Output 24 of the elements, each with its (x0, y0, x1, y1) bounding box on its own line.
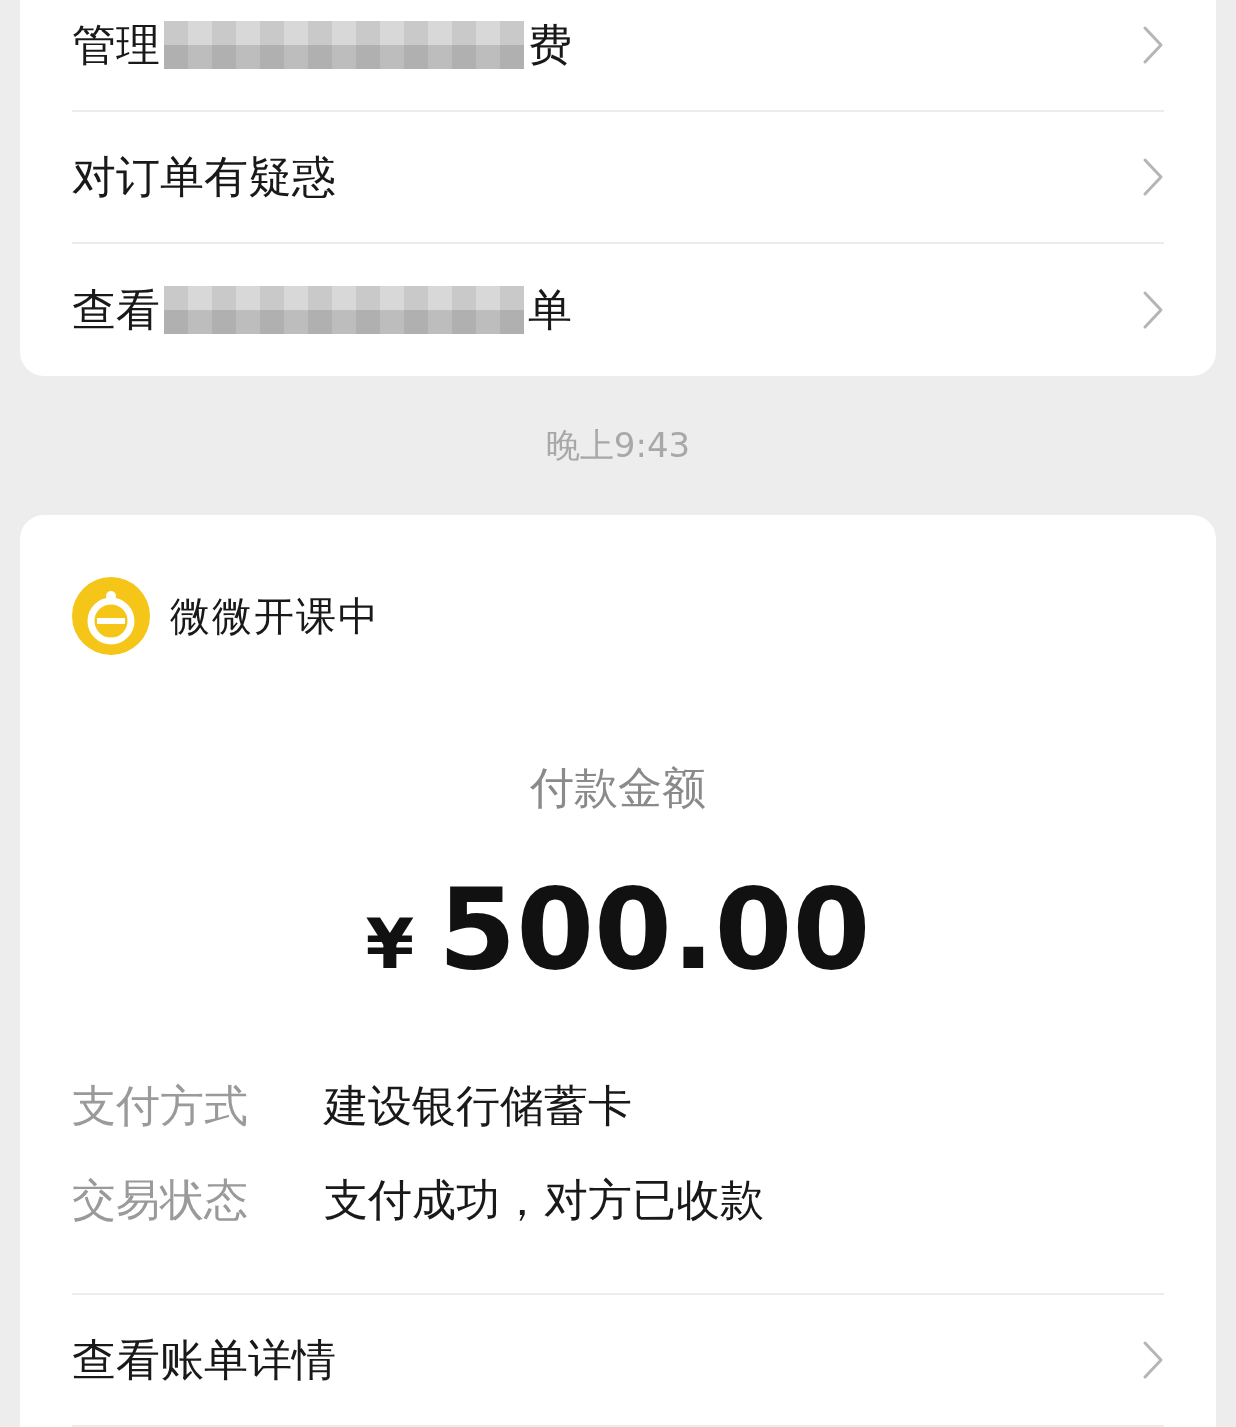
chevron-right-icon (1142, 25, 1164, 65)
currency-symbol: ¥ (365, 902, 415, 987)
menu-item-label: 费 (528, 18, 572, 72)
menu-item[interactable]: 查看 单 (72, 244, 1164, 376)
message-time: 晚上9:43 (545, 424, 691, 467)
menu-item[interactable]: 管理 费 (72, 0, 1164, 112)
menu-item-label: 查看 (72, 283, 160, 337)
merchant-logo-icon (72, 577, 150, 655)
payment-amount: 500.00 (438, 863, 871, 996)
chevron-right-icon (1142, 1340, 1164, 1380)
chevron-right-icon (1142, 157, 1164, 197)
chevron-right-icon (1142, 290, 1164, 330)
detail-value: 建设银行储蓄卡 (324, 1079, 632, 1133)
bill-details-label: 查看账单详情 (72, 1333, 336, 1387)
menu-item-label: 管理 (72, 18, 160, 72)
bill-details-link[interactable]: 查看账单详情 (72, 1295, 1164, 1427)
merchant-name: 微微开课中 (170, 592, 380, 641)
detail-value: 支付成功，对方已收款 (324, 1173, 764, 1227)
menu-item[interactable]: 对订单有疑惑 (72, 112, 1164, 244)
menu-item-label: 对订单有疑惑 (72, 150, 336, 204)
amount-label: 付款金额 (530, 761, 706, 815)
menu-item-label: 单 (528, 283, 572, 337)
detail-label: 交易状态 (72, 1173, 249, 1227)
detail-label: 支付方式 (72, 1079, 249, 1133)
